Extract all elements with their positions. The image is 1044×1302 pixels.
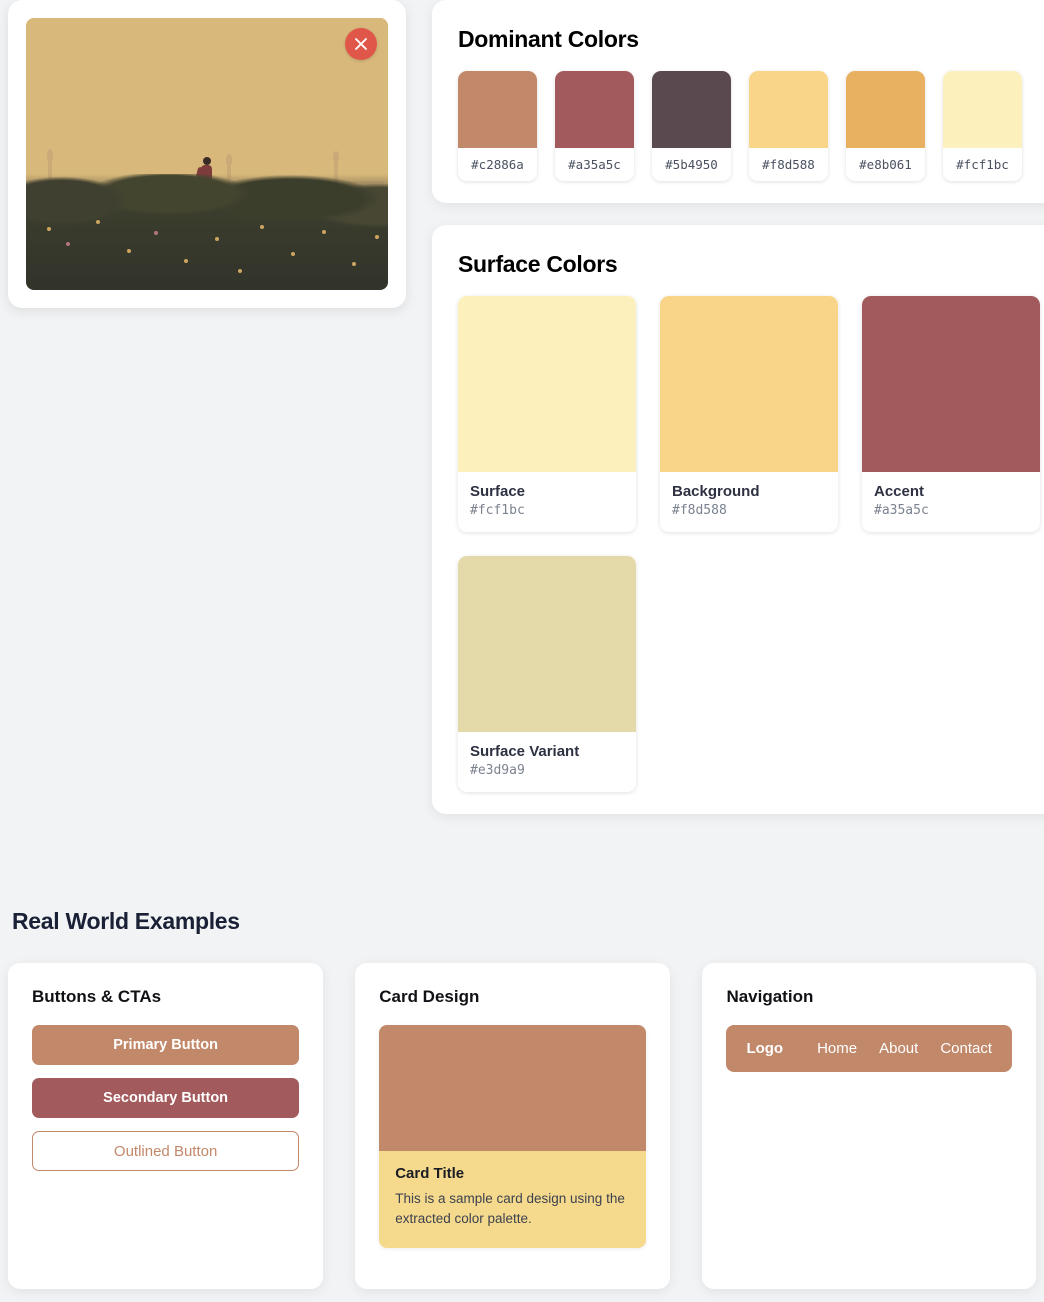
secondary-button[interactable]: Secondary Button — [32, 1078, 300, 1118]
examples-section-title: Real World Examples — [12, 908, 240, 934]
surface-colors-title: Surface Colors — [458, 251, 618, 277]
dominant-swatch-row: #c2886a #a35a5c #5b4950 #f8d588 #e8b061 — [458, 71, 1040, 181]
surface-card-name: Accent — [874, 483, 925, 500]
sample-navbar: Logo Home About Contact — [726, 1025, 1013, 1072]
swatch-hex-label: #fcf1bc — [956, 157, 1009, 172]
real-world-examples-section: Real World Examples Buttons & CTAs Prima… — [0, 880, 1044, 1289]
swatch-hex-label: #f8d588 — [762, 157, 815, 172]
navigation-card: Navigation Logo Home About Contact — [702, 963, 1037, 1289]
navbar-link-contact[interactable]: Contact — [940, 1040, 992, 1057]
swatch-color-block — [652, 71, 731, 148]
preview-photo — [26, 18, 388, 290]
sample-design-card[interactable]: Card Title This is a sample card design … — [379, 1025, 647, 1249]
dominant-swatch[interactable]: #fcf1bc — [943, 71, 1022, 181]
surface-card-hex: #fcf1bc — [470, 503, 525, 518]
sample-card-body: Card Title This is a sample card design … — [379, 1151, 647, 1249]
swatch-color-block — [943, 71, 1022, 148]
close-preview-button[interactable] — [345, 28, 377, 60]
surface-color-block — [660, 296, 838, 472]
navbar-link-about[interactable]: About — [879, 1040, 918, 1057]
top-area: Dominant Colors #c2886a #a35a5c #5b4950 … — [0, 0, 1044, 814]
surface-card-meta: Surface #fcf1bc — [458, 472, 636, 532]
button-stack: Primary Button Secondary Button Outlined… — [32, 1025, 300, 1171]
surface-card-name: Background — [672, 483, 760, 500]
surface-color-block — [458, 296, 636, 472]
card-design-title: Card Design — [379, 987, 480, 1006]
sample-card-image — [379, 1025, 647, 1151]
dominant-swatch[interactable]: #a35a5c — [555, 71, 634, 181]
buttons-card-title: Buttons & CTAs — [32, 987, 162, 1006]
dominant-swatch[interactable]: #5b4950 — [652, 71, 731, 181]
dominant-colors-panel: Dominant Colors #c2886a #a35a5c #5b4950 … — [432, 0, 1044, 203]
surface-card-grid: Surface #fcf1bc Background #f8d588 Accen… — [458, 296, 1040, 792]
surface-card-name: Surface Variant — [470, 743, 580, 760]
surface-color-block — [458, 556, 636, 732]
surface-card-hex: #e3d9a9 — [470, 763, 525, 778]
buttons-cta-card: Buttons & CTAs Primary Button Secondary … — [8, 963, 324, 1289]
outlined-button[interactable]: Outlined Button — [32, 1131, 300, 1171]
navigation-card-title: Navigation — [726, 987, 814, 1006]
surface-card-meta: Accent #a35a5c — [862, 472, 1040, 532]
navbar-link-home[interactable]: Home — [817, 1040, 857, 1057]
surface-colors-panel: Surface Colors Surface #fcf1bc Backgroun… — [432, 225, 1044, 814]
sample-card-text: This is a sample card design using the e… — [395, 1191, 625, 1226]
sample-card-title: Card Title — [395, 1165, 465, 1182]
dominant-swatch[interactable]: #e8b061 — [846, 71, 925, 181]
image-preview-card — [8, 0, 406, 308]
dominant-swatch[interactable]: #f8d588 — [749, 71, 828, 181]
close-icon — [354, 37, 368, 51]
surface-card-meta: Surface Variant #e3d9a9 — [458, 732, 636, 792]
palette-column: Dominant Colors #c2886a #a35a5c #5b4950 … — [432, 0, 1044, 814]
surface-card-meta: Background #f8d588 — [660, 472, 838, 532]
surface-card[interactable]: Accent #a35a5c — [862, 296, 1040, 532]
photo-foliage — [26, 173, 388, 290]
card-design-card: Card Design Card Title This is a sample … — [355, 963, 671, 1289]
navbar-logo[interactable]: Logo — [746, 1040, 783, 1057]
surface-card-name: Surface — [470, 483, 526, 500]
surface-card[interactable]: Background #f8d588 — [660, 296, 838, 532]
surface-card-hex: #a35a5c — [874, 503, 929, 518]
swatch-hex-label: #c2886a — [471, 157, 524, 172]
primary-button[interactable]: Primary Button — [32, 1025, 300, 1065]
image-preview-frame — [26, 18, 388, 290]
surface-card-hex: #f8d588 — [672, 503, 727, 518]
surface-color-block — [862, 296, 1040, 472]
swatch-hex-label: #e8b061 — [859, 157, 912, 172]
dominant-colors-title: Dominant Colors — [458, 26, 639, 52]
swatch-color-block — [458, 71, 537, 148]
swatch-hex-label: #a35a5c — [568, 157, 621, 172]
swatch-color-block — [555, 71, 634, 148]
swatch-hex-label: #5b4950 — [665, 157, 718, 172]
dominant-swatch[interactable]: #c2886a — [458, 71, 537, 181]
surface-card[interactable]: Surface Variant #e3d9a9 — [458, 556, 636, 792]
surface-card[interactable]: Surface #fcf1bc — [458, 296, 636, 532]
examples-row: Buttons & CTAs Primary Button Secondary … — [8, 963, 1037, 1289]
swatch-color-block — [846, 71, 925, 148]
swatch-color-block — [749, 71, 828, 148]
